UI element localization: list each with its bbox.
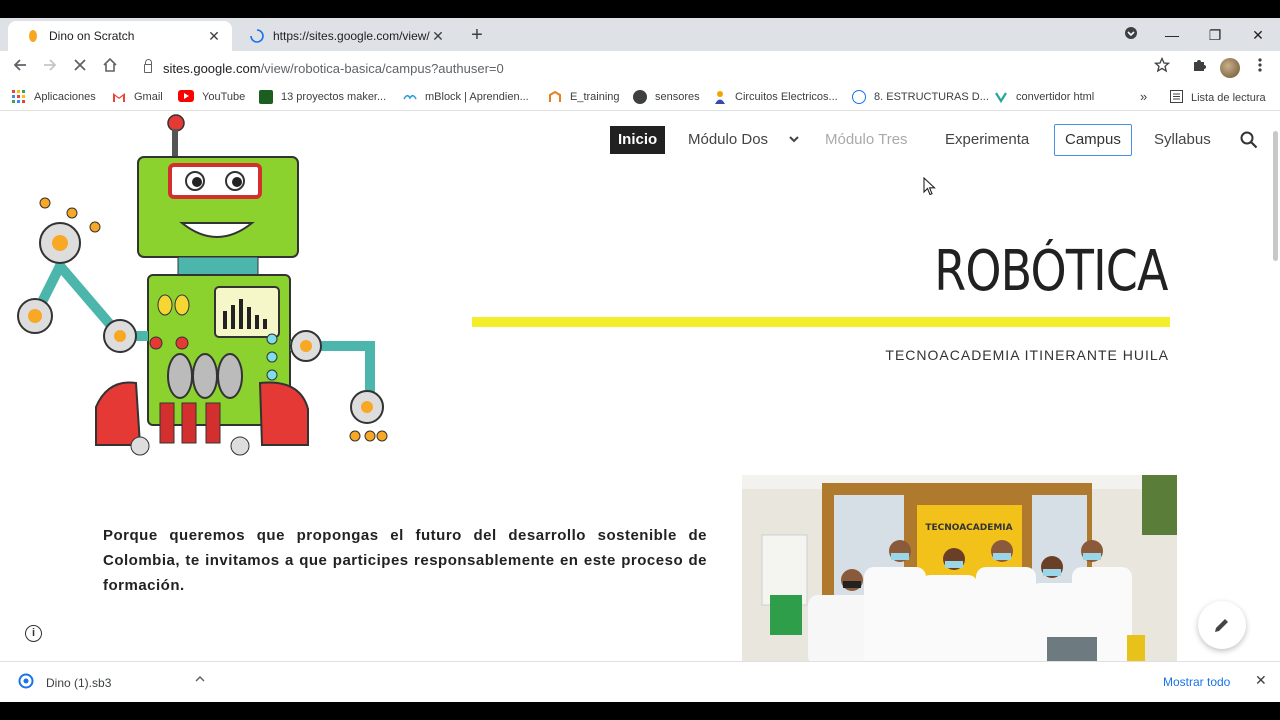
mouse-cursor-icon — [923, 177, 936, 196]
bookmark-etraining[interactable]: E_training — [548, 90, 620, 104]
show-all-downloads-link[interactable]: Mostrar todo — [1163, 675, 1230, 689]
reading-list-icon — [1170, 90, 1183, 106]
nav-syllabus[interactable]: Syllabus — [1146, 126, 1219, 154]
nav-inicio[interactable]: Inicio — [610, 126, 666, 154]
nav-experimenta[interactable]: Experimenta — [937, 126, 1037, 154]
edit-pencil-button[interactable] — [1198, 601, 1246, 649]
bookmark-label: convertidor html — [1016, 91, 1095, 103]
tab-title: Dino on Scratch — [49, 29, 135, 43]
bookmark-label: Aplicaciones — [34, 91, 96, 103]
bookmark-label: sensores — [655, 91, 700, 103]
unesco-icon — [852, 90, 866, 104]
close-download-shelf-icon[interactable]: ✕ — [1255, 672, 1267, 689]
bookmark-gmail[interactable]: Gmail — [112, 90, 163, 104]
bookmark-label: Gmail — [134, 91, 163, 103]
gmail-icon — [112, 90, 126, 104]
bookmark-circuitos[interactable]: Circuitos Electricos... — [713, 90, 838, 104]
photo-sign-text: TECNOACADEMIA — [925, 523, 1012, 533]
bookmark-aplicaciones[interactable]: Aplicaciones — [12, 90, 96, 104]
apps-grid-icon — [12, 90, 26, 104]
info-icon[interactable]: i — [25, 625, 42, 642]
tab-strip: Dino on Scratch ✕ https://sites.google.c… — [0, 18, 1280, 51]
chevron-down-icon[interactable] — [787, 132, 801, 150]
bookmark-label: 13 proyectos maker... — [281, 91, 387, 103]
person-icon — [713, 90, 727, 104]
youtube-icon — [178, 90, 194, 104]
address-bar[interactable]: sites.google.com/view/robotica-basica/ca… — [136, 56, 1136, 82]
nav-modulo-dos[interactable]: Módulo Dos — [680, 126, 776, 154]
scratch-file-icon — [18, 673, 34, 692]
chevron-up-icon[interactable] — [194, 673, 206, 688]
tab-title: https://sites.google.com/view/rá — [273, 29, 430, 43]
mblock-icon — [403, 90, 417, 104]
tab-google-sites[interactable]: https://sites.google.com/view/rá ✕ — [232, 21, 456, 51]
bookmark-mblock[interactable]: mBlock | Aprendien... — [403, 90, 529, 104]
download-shelf: Dino (1).sb3 Mostrar todo ✕ — [0, 661, 1280, 702]
extensions-puzzle-icon[interactable] — [1187, 57, 1211, 79]
pencil-icon — [1215, 619, 1228, 632]
more-bookmarks-button[interactable]: » — [1140, 89, 1147, 104]
hero-subtitle: TECNOACADEMIA ITINERANTE HUILA — [885, 347, 1169, 363]
search-icon[interactable] — [1240, 131, 1258, 153]
browser-toolbar: sites.google.com/view/robotica-basica/ca… — [0, 51, 1280, 85]
back-arrow-icon[interactable] — [8, 57, 32, 79]
stop-loading-icon[interactable] — [68, 57, 92, 79]
robot-illustration — [17, 114, 388, 456]
minimize-button[interactable]: — — [1160, 24, 1184, 46]
intro-paragraph: Porque queremos que propongas el futuro … — [103, 527, 707, 594]
group-photo: TECNOACADEMIA — [742, 475, 1177, 661]
bookmark-label: YouTube — [202, 91, 246, 103]
bookmark-13-proyectos[interactable]: 13 proyectos maker... — [259, 90, 386, 104]
nav-label: Módulo Dos — [688, 131, 769, 148]
tab-dino-on-scratch[interactable]: Dino on Scratch ✕ — [8, 21, 232, 51]
lock-icon — [144, 59, 152, 73]
hero-accent-bar — [472, 317, 1170, 327]
home-icon[interactable] — [98, 57, 122, 79]
bookmark-convertidor[interactable]: convertidor html — [994, 90, 1094, 104]
url-path: /view/robotica-basica/campus?authuser=0 — [260, 61, 504, 76]
bookmarks-bar: Aplicaciones Gmail YouTube 13 proyectos … — [0, 85, 1280, 111]
bookmark-label: 8. ESTRUCTURAS D... — [874, 91, 989, 103]
page-scrollbar[interactable] — [1273, 131, 1278, 261]
scratch-favicon-icon — [26, 29, 40, 43]
bookmark-youtube[interactable]: YouTube — [178, 90, 245, 104]
url-host: sites.google.com — [163, 61, 261, 76]
bookmark-star-icon[interactable] — [1150, 56, 1174, 79]
bookmark-label: Circuitos Electricos... — [735, 91, 838, 103]
converter-icon — [994, 90, 1008, 104]
page-content: Inicio Módulo Dos Módulo Tres Experiment… — [0, 111, 1280, 661]
browser-menu-icon[interactable] — [1248, 57, 1272, 79]
bookmark-label: E_training — [570, 91, 620, 103]
download-item[interactable]: Dino (1).sb3 — [18, 673, 218, 692]
profile-avatar[interactable] — [1220, 58, 1240, 78]
nav-campus[interactable]: Campus — [1054, 124, 1132, 156]
nav-modulo-tres[interactable]: Módulo Tres — [817, 126, 916, 154]
bookmark-label: mBlock | Aprendien... — [425, 91, 529, 103]
reading-list-button[interactable]: Lista de lectura — [1170, 90, 1266, 106]
bookmark-estructuras[interactable]: 8. ESTRUCTURAS D... — [852, 90, 989, 104]
etraining-icon — [548, 90, 562, 104]
tab-close-icon[interactable]: ✕ — [206, 28, 222, 44]
download-filename: Dino (1).sb3 — [46, 675, 112, 690]
hero-title: ROBÓTICA — [934, 239, 1169, 304]
globe-icon — [633, 90, 647, 104]
forward-arrow-icon[interactable] — [38, 57, 62, 79]
new-tab-button[interactable]: + — [466, 25, 488, 47]
bookmark-icon — [259, 90, 273, 104]
reading-list-label: Lista de lectura — [1191, 92, 1266, 104]
bookmark-sensores[interactable]: sensores — [633, 90, 700, 104]
tab-search-icon[interactable] — [1119, 24, 1143, 46]
browser-window: Dino on Scratch ✕ https://sites.google.c… — [0, 18, 1280, 702]
loading-spinner-icon — [250, 29, 264, 43]
window-close-button[interactable]: ✕ — [1246, 24, 1270, 46]
tab-close-icon[interactable]: ✕ — [430, 28, 446, 44]
restore-button[interactable]: ❐ — [1203, 24, 1227, 46]
